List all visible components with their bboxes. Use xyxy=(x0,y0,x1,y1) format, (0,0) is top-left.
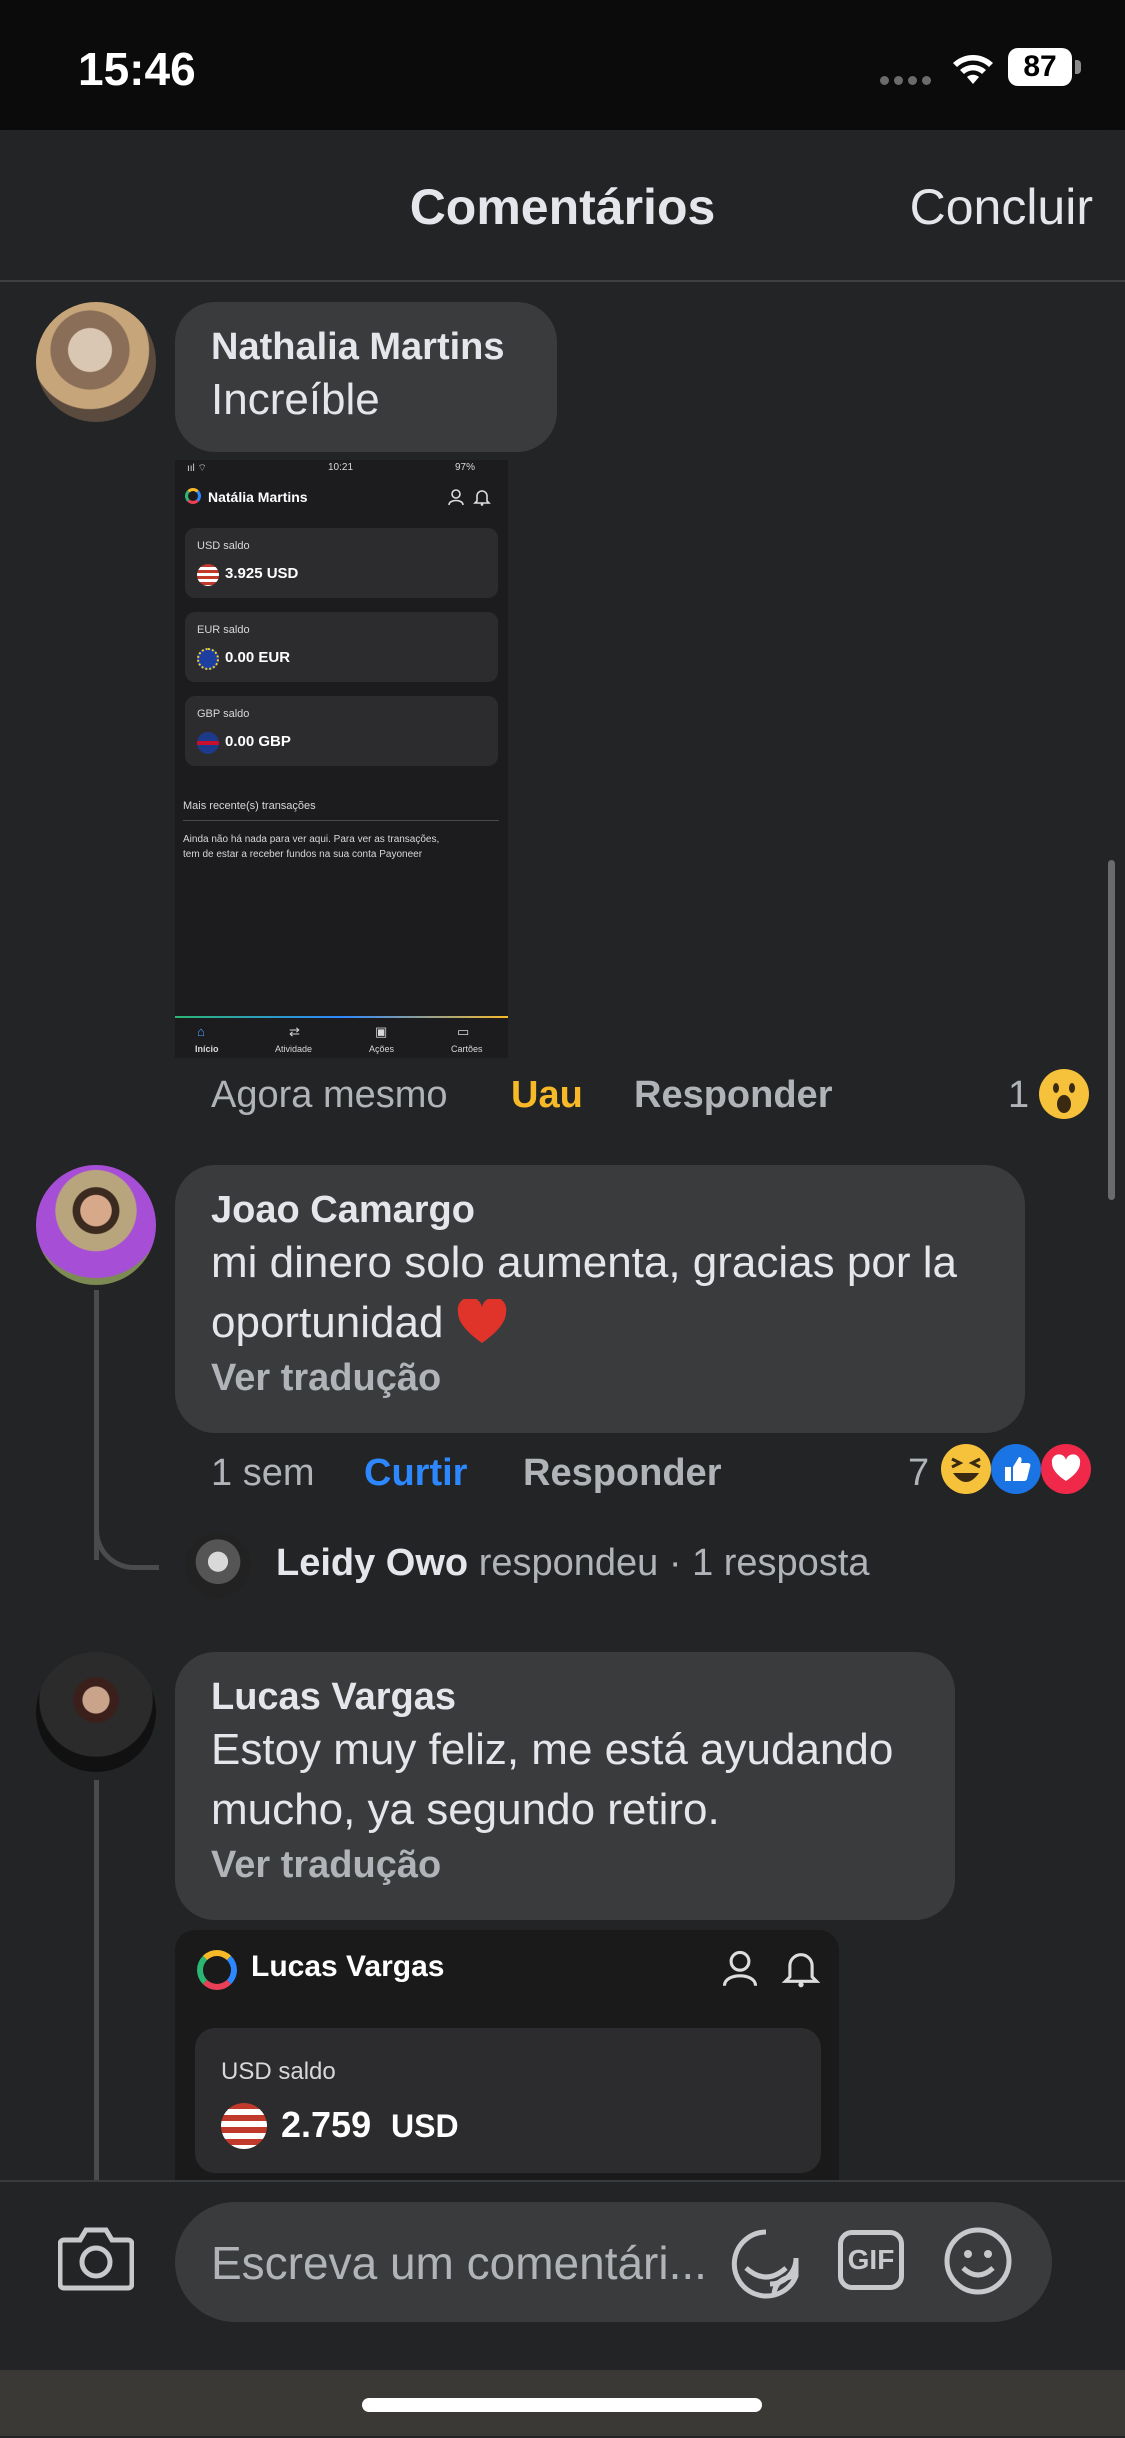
tab-inicio: Início xyxy=(195,1044,219,1054)
empty-text-2: tem de estar a receber fundos na sua con… xyxy=(183,849,423,860)
see-translation-button[interactable]: Ver tradução xyxy=(211,1353,989,1403)
tab-atividade: Atividade xyxy=(275,1044,313,1054)
balance-label: USD saldo xyxy=(221,2058,336,2085)
tab-cartoes: Cartões xyxy=(451,1044,483,1054)
shot-signal: ııl ⌔ xyxy=(187,463,207,474)
recent-transactions-title: Mais recente(s) transações xyxy=(183,800,316,812)
balance-amount: 3.925 USD xyxy=(225,565,299,582)
comment-text: Estoy muy feliz, me está ayudando xyxy=(211,1725,894,1774)
user-icon xyxy=(722,1950,758,1987)
shot-account-name: Lucas Vargas xyxy=(251,1950,445,1983)
see-translation-button[interactable]: Ver tradução xyxy=(211,1840,919,1890)
divider xyxy=(183,820,499,821)
reply-preview[interactable]: Leidy Owo respondeu · 1 resposta xyxy=(276,1542,870,1585)
scrollbar[interactable] xyxy=(1108,860,1115,1200)
comment-author[interactable]: Nathalia Martins xyxy=(211,324,521,370)
card-icon: ▭ xyxy=(457,1024,470,1039)
avatar[interactable] xyxy=(185,1532,251,1598)
user-icon xyxy=(448,489,464,506)
avatar[interactable] xyxy=(36,302,156,422)
shot-battery: 97% xyxy=(455,462,476,473)
reply-action: respondeu xyxy=(478,1542,659,1584)
us-flag-icon xyxy=(221,2103,267,2149)
comment-input[interactable]: Escreva um comentári... GIF xyxy=(175,2202,1052,2322)
reaction-count[interactable]: 1 xyxy=(1008,1074,1029,1117)
balance-amount: 2.759 xyxy=(281,2104,372,2145)
balance-card-eur: EUR saldo 0.00 EUR xyxy=(185,612,498,682)
gif-icon[interactable]: GIF xyxy=(838,2230,904,2290)
comment-bubble[interactable]: Joao Camargo mi dinero solo aumenta, gra… xyxy=(175,1165,1025,1433)
reply-author[interactable]: Leidy Owo xyxy=(276,1542,468,1584)
emoji-icon[interactable] xyxy=(943,2226,1013,2296)
avatar[interactable] xyxy=(36,1165,156,1285)
wow-emoji-icon xyxy=(1039,1069,1089,1119)
comment-author[interactable]: Lucas Vargas xyxy=(211,1674,919,1720)
balance-currency: USD xyxy=(391,2108,459,2144)
balance-card-gbp: GBP saldo 0.00 GBP xyxy=(185,696,498,766)
reply-button[interactable]: Responder xyxy=(634,1074,832,1117)
reaction-count[interactable]: 7 xyxy=(908,1452,929,1495)
cellular-signal-icon xyxy=(880,72,936,90)
comment-text: Increíble xyxy=(211,375,380,424)
balance-label: GBP saldo xyxy=(197,708,250,720)
balance-amount: 0.00 GBP xyxy=(225,733,291,750)
comment-attachment-image[interactable]: Lucas Vargas USD saldo 2.759 USD xyxy=(175,1930,839,2190)
status-time: 15:46 xyxy=(78,43,196,95)
logo-icon xyxy=(185,488,201,504)
battery-cap xyxy=(1075,60,1081,74)
comment-attachment-image[interactable]: ııl ⌔ 10:21 97% Natália Martins USD sald… xyxy=(175,460,508,1058)
bell-icon xyxy=(473,490,491,506)
reaction-button[interactable]: Uau xyxy=(511,1074,583,1117)
eu-flag-icon xyxy=(197,648,219,670)
comment-input-placeholder[interactable]: Escreva um comentári... xyxy=(211,2236,707,2290)
haha-emoji-icon xyxy=(941,1444,991,1494)
comment-text-2: oportunidad xyxy=(211,1298,444,1347)
comment-bubble[interactable]: Lucas Vargas Estoy muy feliz, me está ay… xyxy=(175,1652,955,1920)
done-button[interactable]: Concluir xyxy=(910,178,1093,236)
empty-text-1: Ainda não há nada para ver aqui. Para ve… xyxy=(183,834,440,845)
balance-label: USD saldo xyxy=(197,540,250,552)
like-button[interactable]: Curtir xyxy=(364,1452,467,1495)
heart-emoji-icon xyxy=(457,1297,506,1343)
battery-indicator: 87 xyxy=(1008,48,1072,86)
cash-icon: ▣ xyxy=(375,1024,388,1039)
transfer-icon: ⇄ xyxy=(289,1024,300,1039)
home-icon: ⌂ xyxy=(197,1024,205,1039)
camera-icon[interactable] xyxy=(58,2224,134,2292)
bell-icon xyxy=(781,1953,821,1988)
reply-count: · 1 resposta xyxy=(668,1542,870,1584)
comment-text: mi dinero solo aumenta, gracias por la xyxy=(211,1238,957,1287)
comment-time: Agora mesmo xyxy=(211,1074,448,1116)
love-emoji-icon xyxy=(1041,1444,1091,1494)
sticker-icon[interactable] xyxy=(730,2228,802,2300)
home-indicator[interactable] xyxy=(362,2398,762,2412)
wifi-icon xyxy=(953,55,993,84)
logo-icon xyxy=(197,1950,237,1990)
shot-account-name: Natália Martins xyxy=(208,489,308,505)
uk-flag-icon xyxy=(197,732,219,754)
avatar[interactable] xyxy=(36,1652,156,1772)
status-bar: 15:46 87 xyxy=(0,0,1125,130)
tab-bar-border xyxy=(175,1016,508,1018)
reply-button[interactable]: Responder xyxy=(523,1452,721,1495)
comment-text-2: mucho, ya segundo retiro. xyxy=(211,1785,720,1834)
balance-card-usd: USD saldo 2.759 USD xyxy=(195,2028,821,2173)
comment-text-line2: oportunidad xyxy=(211,1293,989,1353)
comment-time: 1 sem xyxy=(211,1452,315,1494)
shot-time: 10:21 xyxy=(328,462,354,473)
comment-author[interactable]: Joao Camargo xyxy=(211,1187,989,1233)
balance-label: EUR saldo xyxy=(197,624,250,636)
tab-acoes: Ações xyxy=(369,1044,395,1054)
like-emoji-icon xyxy=(991,1444,1041,1494)
thread-line xyxy=(94,1780,99,2180)
balance-amount: 0.00 EUR xyxy=(225,649,291,666)
sheet-header: Comentários Concluir xyxy=(0,130,1125,282)
comment-bubble[interactable]: Nathalia Martins Increíble xyxy=(175,302,557,452)
us-flag-icon xyxy=(197,564,219,586)
balance-card-usd: USD saldo 3.925 USD xyxy=(185,528,498,598)
